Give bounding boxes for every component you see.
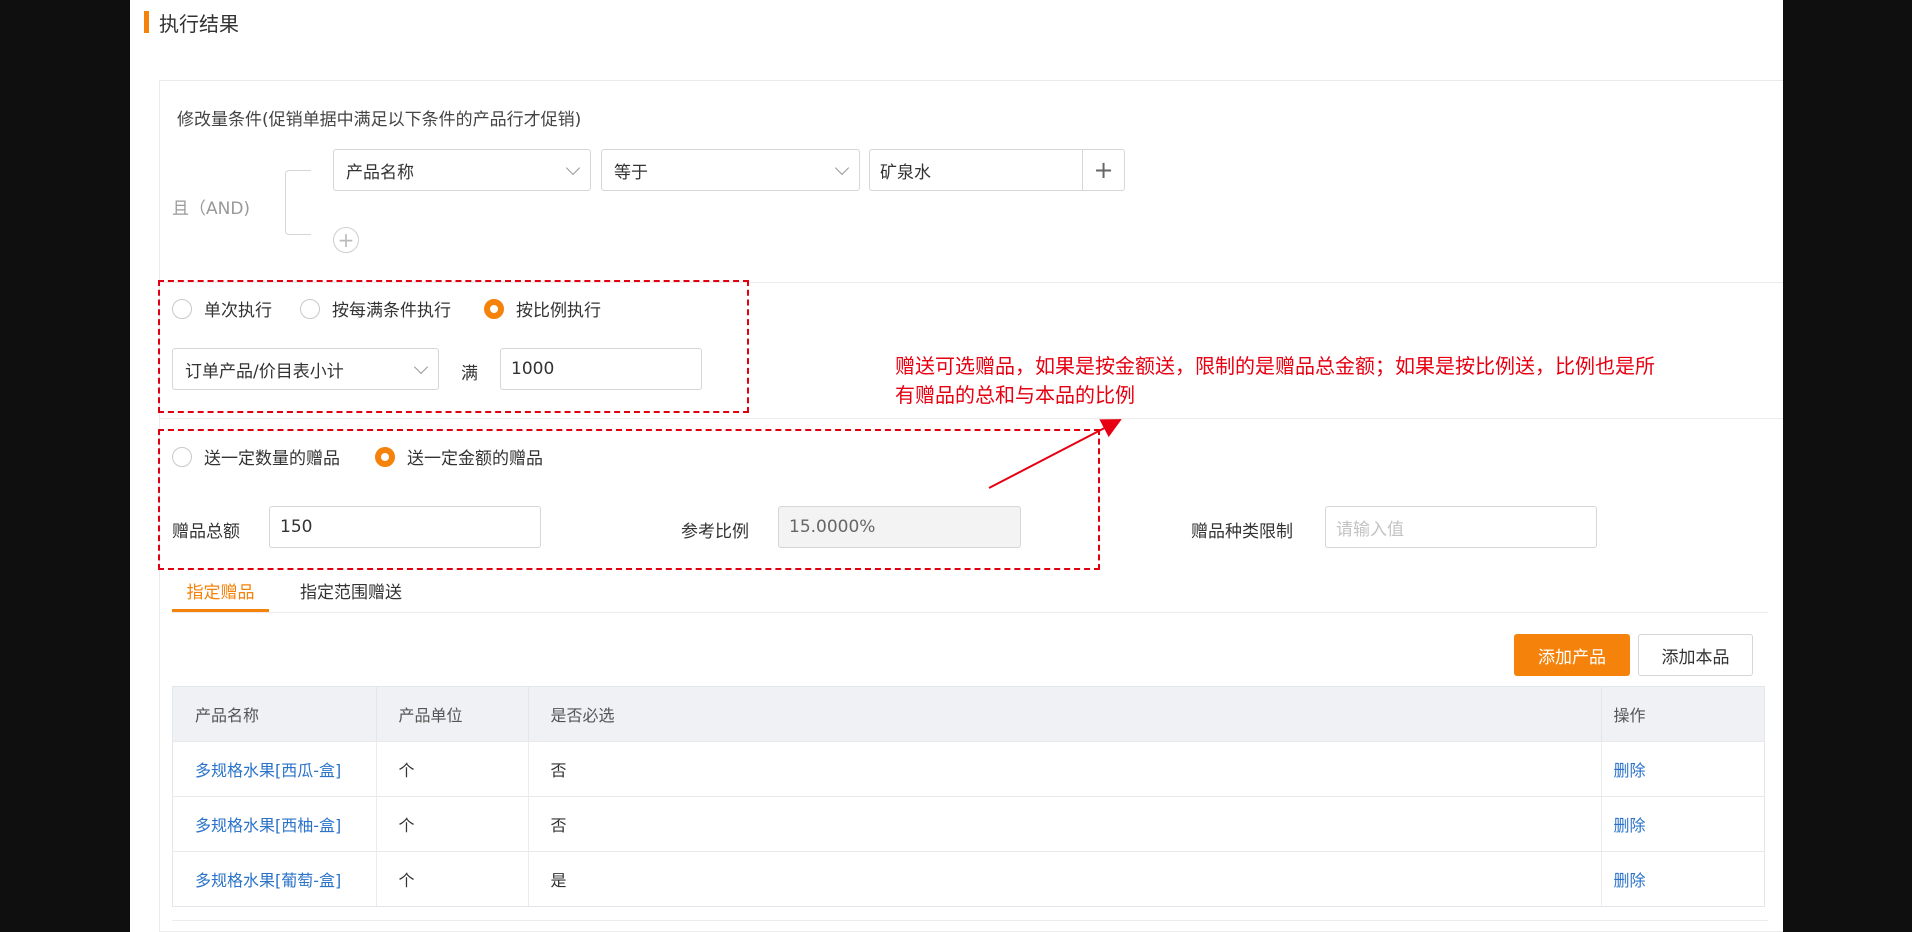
chevron-down-icon bbox=[565, 160, 581, 175]
add-condition-icon[interactable]: + bbox=[333, 227, 359, 253]
gift-table-wrapper: 产品名称 产品单位 是否必选 操作 多规格水果[西瓜-盒] 个 否 删除 多规格… bbox=[172, 686, 1765, 907]
product-name-link[interactable]: 多规格水果[葡萄-盒] bbox=[195, 871, 341, 890]
condition-operator-value: 等于 bbox=[614, 162, 648, 183]
condition-value-input[interactable]: 矿泉水 bbox=[869, 149, 1085, 191]
add-value-button[interactable]: + bbox=[1082, 149, 1125, 191]
plus-icon: + bbox=[1093, 156, 1114, 184]
tab-label: 指定赠品 bbox=[186, 583, 255, 603]
gift-kind-placeholder: 请输入值 bbox=[1336, 519, 1404, 540]
required-cell: 是 bbox=[528, 850, 1602, 906]
condition-field-select[interactable]: 产品名称 bbox=[333, 149, 591, 191]
add-product-button[interactable]: 添加产品 bbox=[1514, 634, 1630, 676]
annotation-text: 赠送可选赠品，如果是按金额送，限制的是赠品总金额；如果是按比例送，比例也是所有赠… bbox=[895, 354, 1655, 407]
table-header-row: 产品名称 产品单位 是否必选 操作 bbox=[173, 687, 1764, 741]
condition-field-value: 产品名称 bbox=[346, 162, 414, 183]
section-title-text: 执行结果 bbox=[159, 11, 239, 36]
tab-label: 指定范围赠送 bbox=[300, 583, 402, 603]
gift-kind-label: 赠品种类限制 bbox=[1191, 522, 1293, 542]
chevron-down-icon bbox=[834, 160, 850, 175]
button-label: 添加本品 bbox=[1661, 647, 1730, 668]
condition-title: 修改量条件(促销单据中满足以下条件的产品行才促销) bbox=[177, 110, 582, 130]
table-row: 多规格水果[西瓜-盒] 个 否 删除 bbox=[173, 740, 1764, 796]
product-name-link[interactable]: 多规格水果[西柚-盒] bbox=[195, 816, 341, 835]
column-header: 是否必选 bbox=[528, 687, 1602, 741]
delete-link[interactable]: 删除 bbox=[1614, 816, 1646, 835]
tab-specified-gift[interactable]: 指定赠品 bbox=[172, 578, 269, 612]
table-row: 多规格水果[西柚-盒] 个 否 删除 bbox=[173, 795, 1764, 851]
unit-cell: 个 bbox=[376, 850, 529, 906]
column-header: 产品单位 bbox=[376, 687, 529, 741]
logic-and-label: 且（AND) bbox=[172, 199, 251, 219]
required-cell: 否 bbox=[528, 795, 1602, 851]
divider bbox=[172, 920, 1768, 921]
button-label: 添加产品 bbox=[1538, 647, 1606, 668]
tabs-divider bbox=[172, 612, 1768, 613]
main-panel: 执行结果 修改量条件(促销单据中满足以下条件的产品行才促销) 且（AND) 产品… bbox=[130, 0, 1783, 932]
gift-kind-input[interactable]: 请输入值 bbox=[1325, 506, 1597, 548]
divider bbox=[159, 418, 1783, 419]
column-header: 操作 bbox=[1601, 687, 1764, 741]
unit-cell: 个 bbox=[376, 795, 529, 851]
gift-table: 产品名称 产品单位 是否必选 操作 多规格水果[西瓜-盒] 个 否 删除 多规格… bbox=[173, 687, 1764, 906]
condition-operator-select[interactable]: 等于 bbox=[601, 149, 860, 191]
highlight-box-gift bbox=[158, 429, 1100, 570]
condition-value-text: 矿泉水 bbox=[880, 162, 931, 183]
unit-cell: 个 bbox=[376, 740, 529, 796]
table-row: 多规格水果[葡萄-盒] 个 是 删除 bbox=[173, 850, 1764, 906]
section-title-bar bbox=[144, 11, 149, 33]
required-cell: 否 bbox=[528, 740, 1602, 796]
column-header: 产品名称 bbox=[173, 687, 377, 741]
highlight-box-execution bbox=[158, 280, 749, 413]
section-title: 执行结果 bbox=[144, 8, 239, 36]
add-self-product-button[interactable]: 添加本品 bbox=[1638, 634, 1753, 676]
product-name-link[interactable]: 多规格水果[西瓜-盒] bbox=[195, 761, 341, 780]
delete-link[interactable]: 删除 bbox=[1614, 761, 1646, 780]
tab-range-gift[interactable]: 指定范围赠送 bbox=[300, 578, 402, 612]
logic-bracket bbox=[285, 170, 311, 235]
delete-link[interactable]: 删除 bbox=[1614, 871, 1646, 890]
